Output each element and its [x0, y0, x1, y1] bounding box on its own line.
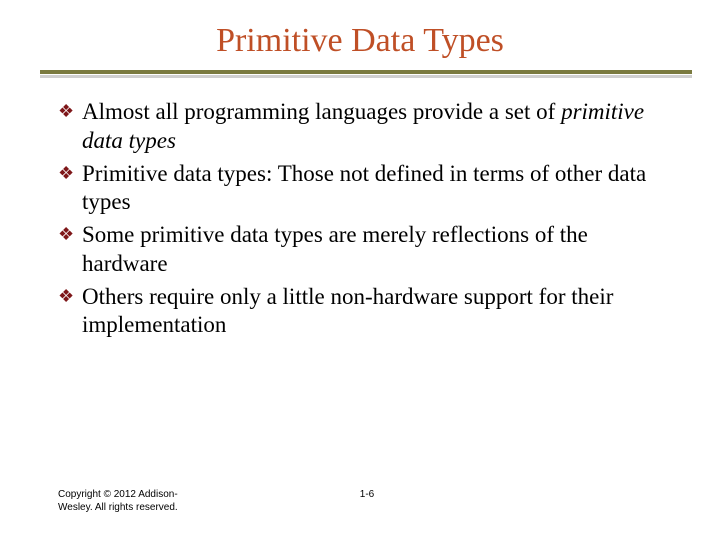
copyright-text: Copyright © 2012 Addison-Wesley. All rig…: [58, 489, 208, 514]
page-number: 1-6: [360, 489, 374, 500]
title-underline: [40, 70, 692, 78]
diamond-bullet-icon: ❖: [58, 287, 74, 305]
diamond-bullet-icon: ❖: [58, 225, 74, 243]
list-item: ❖ Some primitive data types are merely r…: [58, 221, 676, 279]
slide-footer: Copyright © 2012 Addison-Wesley. All rig…: [58, 489, 676, 514]
bullet-text: Some primitive data types are merely ref…: [82, 222, 588, 276]
diamond-bullet-icon: ❖: [58, 102, 74, 120]
bullet-text: Others require only a little non-hardwar…: [82, 284, 613, 338]
slide-body: ❖ Almost all programming languages provi…: [0, 78, 720, 340]
list-item: ❖ Primitive data types: Those not define…: [58, 160, 676, 218]
list-item: ❖ Almost all programming languages provi…: [58, 98, 676, 156]
bullet-text: Almost all programming languages provide…: [82, 99, 561, 124]
slide-title: Primitive Data Types: [0, 0, 720, 70]
bullet-text: Primitive data types: Those not defined …: [82, 161, 646, 215]
diamond-bullet-icon: ❖: [58, 164, 74, 182]
list-item: ❖ Others require only a little non-hardw…: [58, 283, 676, 341]
